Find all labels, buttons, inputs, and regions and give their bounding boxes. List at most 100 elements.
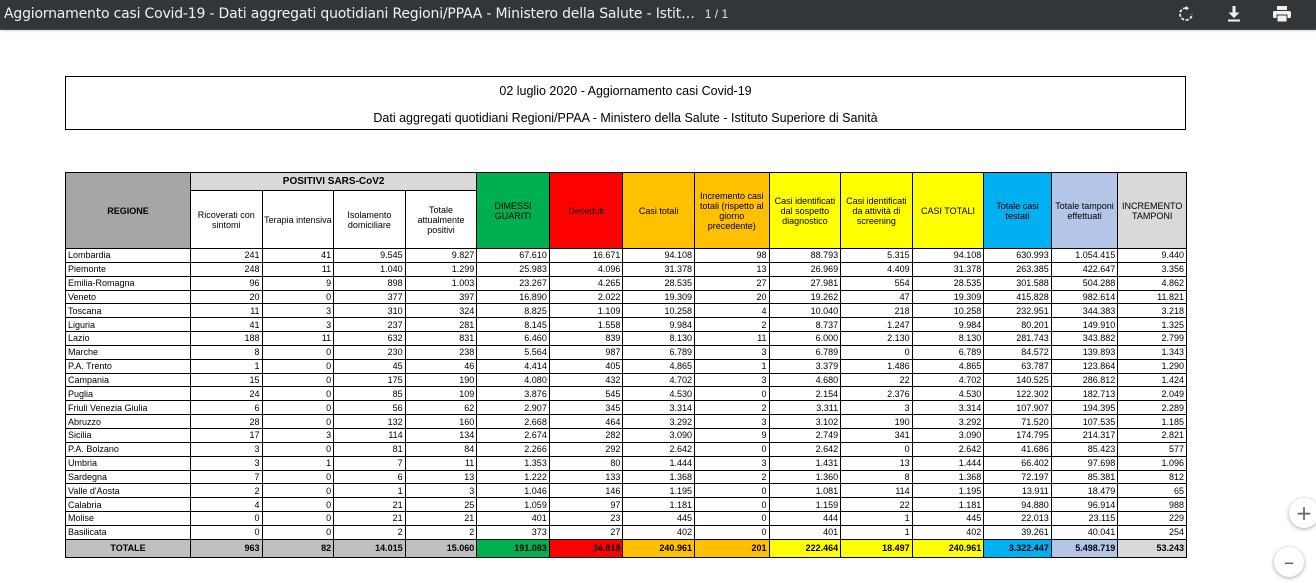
value-cell: 2.907 [476, 400, 550, 416]
document-title: Aggiornamento casi Covid-19 - Dati aggre… [4, 6, 695, 22]
value-cell: 149.910 [1050, 317, 1119, 333]
print-icon[interactable] [1272, 4, 1292, 24]
report-date-title: 02 luglio 2020 - Aggiornamento casi Covi… [499, 84, 752, 98]
region-name-cell: Friuli Venezia Giulia [65, 400, 191, 416]
zoom-out-button[interactable]: – [1274, 547, 1304, 577]
value-cell: 11 [404, 455, 478, 471]
value-cell: 11 [261, 261, 335, 277]
region-name-cell: Veneto [65, 289, 191, 305]
value-cell: 9 [261, 275, 335, 291]
value-cell: 41 [261, 248, 335, 263]
value-cell: 230 [333, 344, 406, 360]
value-cell: 1.185 [1117, 414, 1187, 429]
value-cell: 1 [261, 455, 335, 471]
value-cell: 2.799 [1117, 331, 1187, 346]
value-cell: 28 [190, 414, 263, 429]
value-cell: 25 [404, 497, 478, 513]
value-cell: 2.376 [840, 386, 913, 402]
value-cell: 3.090 [622, 427, 695, 443]
region-name-cell: Sardegna [65, 469, 191, 485]
col-header-deceduti: Deceduti [548, 172, 624, 249]
col-header-terapia-intensiva: Terapia intensiva [261, 190, 335, 249]
value-cell: 405 [548, 358, 624, 374]
value-cell: 27 [548, 524, 624, 540]
value-cell: 3.379 [768, 358, 842, 374]
value-cell: 23.115 [1050, 511, 1119, 526]
value-cell: 122.302 [983, 386, 1052, 402]
value-cell: 1.444 [622, 455, 695, 471]
col-header-incremento-casi: Incremento casi totali (rispetto al gior… [693, 172, 770, 249]
value-cell: 28.535 [622, 275, 695, 291]
value-cell: 175 [333, 372, 406, 388]
table-body: Lombardia 241 41 9.545 9.827 67.610 16.671 94.1… [65, 248, 1187, 540]
value-cell: 237 [333, 317, 406, 333]
value-cell: 3 [261, 303, 335, 319]
value-cell: 85 [333, 386, 406, 402]
value-cell: 6 [190, 400, 263, 416]
value-cell: 27 [693, 275, 770, 291]
download-icon[interactable] [1224, 4, 1244, 24]
value-cell: 9.545 [333, 248, 406, 263]
value-cell: 0 [190, 511, 263, 526]
value-cell: 1.325 [1117, 317, 1187, 333]
value-cell: 2.154 [768, 386, 842, 402]
region-name-cell: Lombardia [65, 248, 191, 263]
value-cell: 114 [840, 483, 913, 499]
rotate-icon[interactable] [1176, 4, 1196, 24]
value-cell: 7 [190, 469, 263, 485]
value-cell: 1.353 [476, 455, 550, 471]
value-cell: 2 [693, 469, 770, 485]
value-cell: 22.013 [983, 511, 1052, 526]
value-cell: 577 [1117, 441, 1187, 457]
value-cell: 0 [261, 511, 335, 526]
value-cell: 248 [190, 261, 263, 277]
total-label-cell: TOTALE [65, 538, 191, 558]
region-name-cell: Sicilia [65, 427, 191, 443]
total-value-cell: 240.961 [622, 538, 695, 558]
value-cell: 3.090 [911, 427, 985, 443]
value-cell: 1.558 [548, 317, 624, 333]
value-cell: 107.907 [983, 400, 1052, 416]
value-cell: 415.828 [983, 289, 1052, 305]
value-cell: 402 [622, 524, 695, 540]
table-row: P.A. Trento 1 0 45 46 4.414 405 4.865 1 3.379 1.48… [65, 358, 1187, 374]
value-cell: 21 [333, 511, 406, 526]
region-name-cell: Marche [65, 344, 191, 360]
value-cell: 9 [693, 427, 770, 443]
value-cell: 0 [261, 469, 335, 485]
total-value-cell: 82 [261, 538, 335, 558]
value-cell: 2.049 [1117, 386, 1187, 402]
table-row: Valle d'Aosta 2 0 1 3 1.046 146 1.195 0 1.081 114 1… [65, 483, 1187, 499]
value-cell: 84.572 [983, 344, 1052, 360]
zoom-in-button[interactable]: + [1289, 498, 1316, 528]
value-cell: 6.789 [768, 344, 842, 360]
value-cell: 444 [768, 511, 842, 526]
value-cell: 1.159 [768, 497, 842, 513]
value-cell: 218 [840, 303, 913, 319]
value-cell: 11 [693, 331, 770, 346]
value-cell: 432 [548, 372, 624, 388]
region-name-cell: Calabria [65, 497, 191, 513]
value-cell: 8.145 [476, 317, 550, 333]
region-name-cell: Emilia-Romagna [65, 275, 191, 291]
value-cell: 146 [548, 483, 624, 499]
value-cell: 0 [261, 400, 335, 416]
region-header: REGIONE [65, 172, 191, 249]
value-cell: 46 [404, 358, 478, 374]
value-cell: 41.686 [983, 441, 1052, 457]
value-cell: 3 [693, 344, 770, 360]
value-cell: 16.671 [548, 248, 624, 263]
value-cell: 94.108 [911, 248, 985, 263]
value-cell: 9.984 [622, 317, 695, 333]
value-cell: 4.080 [476, 372, 550, 388]
value-cell: 3.311 [768, 400, 842, 416]
positivi-group-header: POSITIVI SARS-CoV2 [189, 172, 478, 191]
value-cell: 4 [190, 497, 263, 513]
table-row: Emilia-Romagna 96 9 898 1.003 23.267 4.265 28.5… [65, 275, 1187, 291]
value-cell: 182.713 [1050, 386, 1119, 402]
value-cell: 5.315 [840, 248, 913, 263]
value-cell: 3.314 [622, 400, 695, 416]
col-header-isolamento: Isolamento domiciliare [333, 190, 406, 249]
value-cell: 188 [190, 331, 263, 346]
value-cell: 343.882 [1050, 331, 1119, 346]
